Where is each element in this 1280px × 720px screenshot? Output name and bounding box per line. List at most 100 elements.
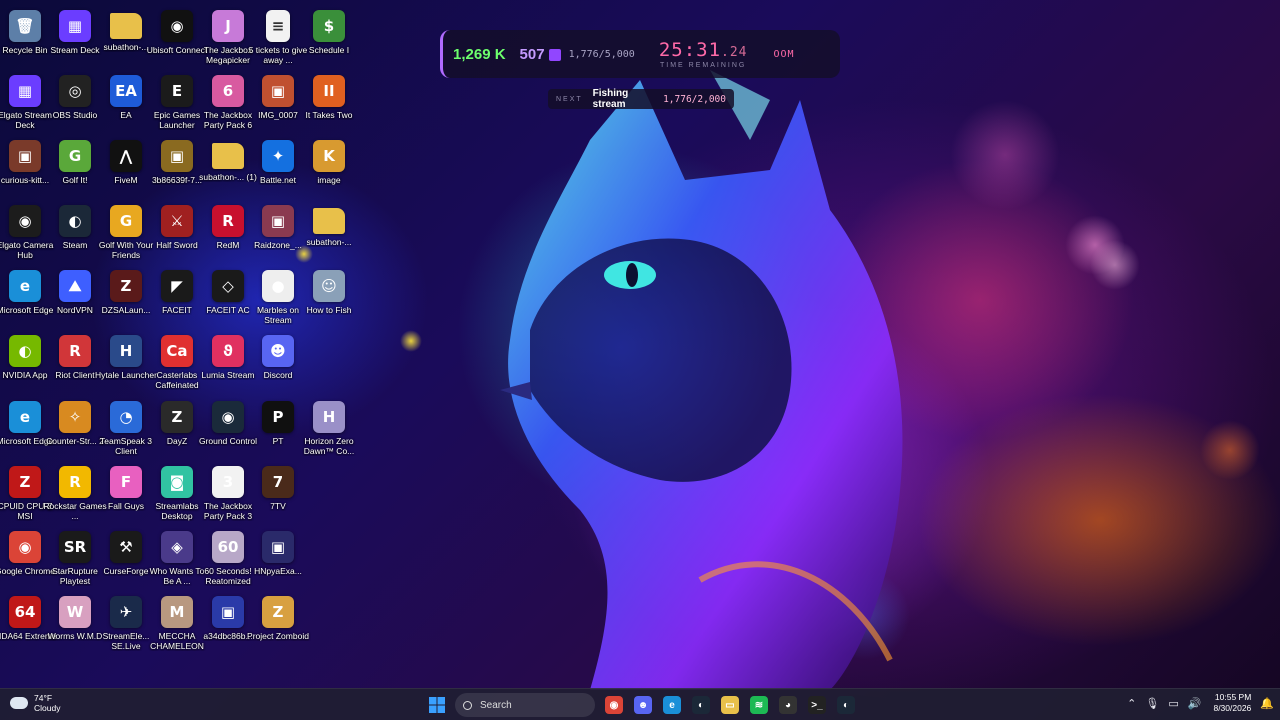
timer-status: OOM [773,48,795,60]
taskbar-app-button[interactable]: ☻ [630,692,656,718]
desktop-icon[interactable]: ΙΙ It Takes Two [296,69,362,133]
hytale-icon: H [110,335,142,367]
curseforge-icon: ⚒ [110,531,142,563]
bokeh-light [1065,215,1125,275]
bokeh-light [400,330,422,352]
file-explorer-icon: ▭ [721,696,739,714]
worms-icon: W [59,596,91,628]
desktop-icon-label: Discord [263,370,293,380]
zomboid-icon: Z [262,596,294,628]
chevron-up-icon[interactable]: ⌃ [1127,697,1136,710]
taskbar-app-button[interactable]: ◐ [688,692,714,718]
discord-icon: ☻ [634,696,652,714]
battle-net-icon: ✦ [262,140,294,172]
schedule-i-icon: $ [313,10,345,42]
desktop-icon[interactable]: $ Schedule I [296,4,362,68]
stream-deck-icon: ▦ [59,10,91,42]
fall-guys-icon: F [110,466,142,498]
streamelements-icon: ✈ [110,596,142,628]
taskbar-app-button[interactable]: ◉ [601,692,627,718]
jackbox-icon: 3 [212,466,244,498]
image-icon: ▣ [262,205,294,237]
folder-icon [313,208,345,234]
timer-label: TIME REMAINING [659,62,747,69]
taskbar-app-button[interactable]: ◕ [775,692,801,718]
ea-icon: EA [110,75,142,107]
timer-sub: .24 [721,45,748,60]
edge-icon: e [9,401,41,433]
desktop-icon[interactable]: H Horizon Zero Dawn™ Co... [296,395,362,459]
desktop-icon[interactable]: subathon-... [296,199,362,263]
starrupture-icon: SR [59,531,91,563]
microphone-icon[interactable]: 🎙 [1145,697,1159,710]
cat-wallpaper-art [500,70,903,690]
desktop-icon[interactable]: ☺ How to Fish [296,264,362,328]
desktop-icon[interactable]: ☻ Discord [245,329,311,393]
edge-icon: e [9,270,41,302]
edge-icon: e [663,696,681,714]
taskbar-app-button[interactable]: >_ [804,692,830,718]
image-icon: K [313,140,345,172]
desktop-icon[interactable]: Kimage [296,134,362,198]
marbles-icon: ● [262,270,294,302]
next-label: NEXT [556,95,583,103]
next-goal-progress: 1,776/2,000 [663,93,726,105]
taskbar-app-button[interactable]: ◐ [833,692,859,718]
nordvpn-icon: ⛰ [59,270,91,302]
taskbar-app-button[interactable]: ▭ [717,692,743,718]
sub-count-value: 507 [519,45,545,63]
windows-icon [429,697,445,713]
taskbar-app-button[interactable]: ≋ [746,692,772,718]
camera-hub-icon: ◉ [9,205,41,237]
desktop-icon-label: image [317,175,341,185]
next-goal-banner: NEXT Fishing stream 1,776/2,000 [548,88,734,110]
taskbar-search[interactable]: Search [455,693,595,717]
dayz-icon: Z [161,401,193,433]
system-tray: ⌃ 🎙 ▭ 🔊 10:55 PM 8/30/2026 🔔 [1118,692,1274,714]
discord-icon: ☻ [262,335,294,367]
terminal-icon: >_ [808,696,826,714]
weather-temp: 74°F [34,693,53,703]
dzsa-icon: Z [110,270,142,302]
casterlabs-icon: Ca [161,335,193,367]
image-icon: ▣ [262,75,294,107]
jackbox-icon: J [212,10,244,42]
text-file-icon: ≡ [266,10,290,42]
timer-main: 25:31 [658,39,722,61]
search-icon [463,700,472,710]
bell-icon[interactable]: 🔔 [1260,697,1274,710]
folder-icon [110,13,142,39]
bokeh-light [1090,240,1140,290]
weather-widget[interactable]: 74°F Cloudy [10,693,60,713]
it-takes-two-icon: ΙΙ [313,75,345,107]
bokeh-light [820,570,910,660]
cs2-icon: ✧ [59,401,91,433]
clock[interactable]: 10:55 PM 8/30/2026 [1213,692,1251,714]
meccha-icon: M [161,596,193,628]
desktop-icon-label: Project Zomboid [247,631,309,641]
sub-count: 507 [520,46,561,63]
jackbox-icon: 6 [212,75,244,107]
pt-icon: P [262,401,294,433]
desktop-icon-label: It Takes Two [305,110,353,120]
display-icon[interactable]: ▭ [1168,697,1178,710]
horizon-icon: H [313,401,345,433]
bokeh-light [1200,420,1260,480]
taskbar-app-button[interactable]: e [659,692,685,718]
stream-deck-icon: ▦ [9,75,41,107]
epic-games-icon: E [161,75,193,107]
next-goal-name: Fishing stream [592,88,629,110]
viewer-count: 1,269 K [453,45,506,63]
steam-icon: ◐ [837,696,855,714]
github-icon: ◕ [779,696,797,714]
volume-icon[interactable]: 🔊 [1188,697,1202,710]
faceit-ac-icon: ◇ [212,270,244,302]
image-icon: ▣ [161,140,193,172]
search-placeholder: Search [480,699,512,711]
desktop-icon[interactable]: Z Project Zomboid [245,590,311,654]
riot-icon: R [59,335,91,367]
desktop-icon[interactable]: ▣ HNpyaExa... [245,525,311,589]
start-button[interactable] [424,692,450,718]
desktop-icon[interactable]: 7 7TV [245,460,311,524]
image-icon: ▣ [262,531,294,563]
